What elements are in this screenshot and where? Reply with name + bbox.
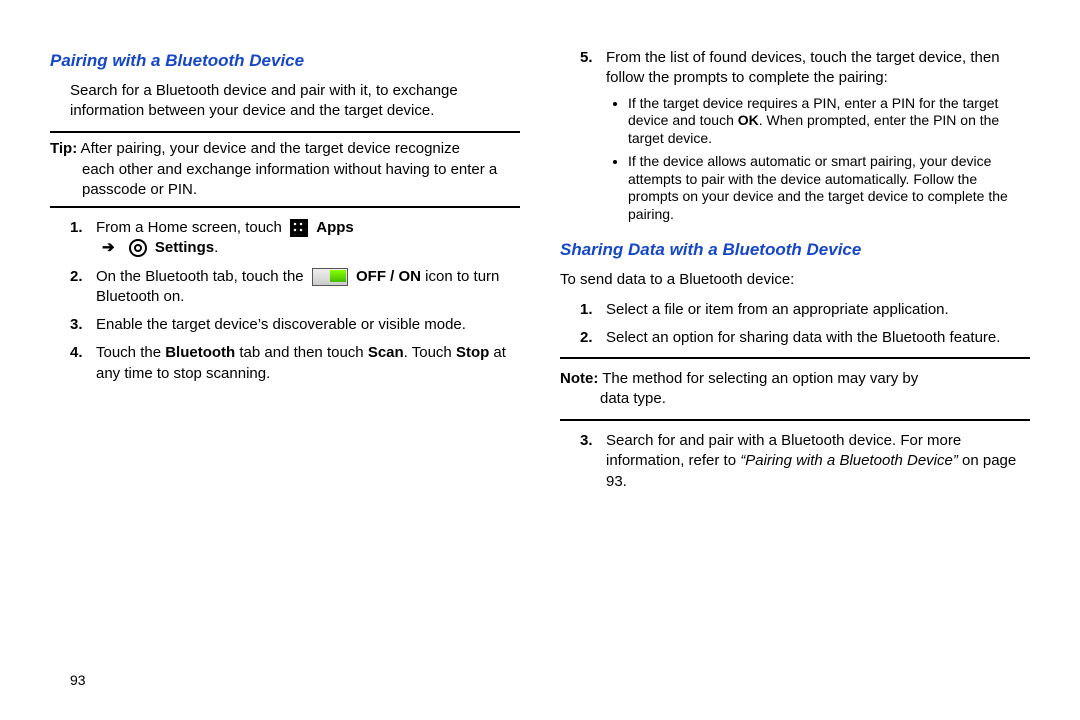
step-text: On the Bluetooth tab, touch the bbox=[96, 268, 308, 285]
divider bbox=[560, 419, 1030, 421]
step-body: Select a file or item from an appropriat… bbox=[606, 300, 1030, 320]
note-text-cont: data type. bbox=[560, 389, 1030, 409]
right-column: 5. From the list of found devices, touch… bbox=[560, 40, 1030, 700]
ok-label: OK bbox=[738, 112, 759, 128]
intro-line: To send data to a Bluetooth device: bbox=[560, 270, 1030, 290]
step-body: Touch the Bluetooth tab and then touch S… bbox=[96, 343, 520, 384]
step-body: From a Home screen, touch Apps ➔ Setting… bbox=[96, 218, 520, 259]
sub-bullet-list: If the target device requires a PIN, ent… bbox=[606, 95, 1030, 224]
tip-text-b: each other and exchange information with… bbox=[50, 160, 520, 201]
step-item: 5. From the list of found devices, touch… bbox=[580, 48, 1030, 229]
pairing-steps-list: 1. From a Home screen, touch Apps ➔ Sett… bbox=[50, 218, 520, 384]
step-item: 1. Select a file or item from an appropr… bbox=[580, 300, 1030, 320]
step-body: On the Bluetooth tab, touch the OFF / ON… bbox=[96, 267, 520, 308]
step-body: Search for and pair with a Bluetooth dev… bbox=[606, 431, 1030, 492]
bullet-item: If the target device requires a PIN, ent… bbox=[628, 95, 1030, 148]
bullet-item: If the device allows automatic or smart … bbox=[628, 153, 1030, 223]
sharing-steps-list: 1. Select a file or item from an appropr… bbox=[560, 300, 1030, 349]
divider bbox=[50, 131, 520, 133]
step-number: 4. bbox=[70, 343, 96, 384]
settings-label: Settings bbox=[155, 239, 214, 256]
apps-label: Apps bbox=[316, 219, 354, 236]
settings-gear-icon bbox=[129, 239, 147, 257]
step-text: From a Home screen, touch bbox=[96, 219, 286, 236]
pairing-steps-continued: 5. From the list of found devices, touch… bbox=[560, 48, 1030, 229]
note-label: Note: bbox=[560, 370, 598, 387]
apps-grid-icon bbox=[290, 219, 308, 237]
step-item: 4. Touch the Bluetooth tab and then touc… bbox=[70, 343, 520, 384]
step-number: 3. bbox=[580, 431, 606, 492]
cross-reference: “Pairing with a Bluetooth Device” bbox=[740, 452, 958, 469]
step-number: 2. bbox=[70, 267, 96, 308]
step-text: From the list of found devices, touch th… bbox=[606, 49, 1000, 86]
toggle-on-icon bbox=[312, 268, 348, 286]
arrow-icon: ➔ bbox=[102, 239, 115, 256]
off-on-label: OFF / ON bbox=[356, 268, 421, 285]
scan-label: Scan bbox=[368, 344, 404, 361]
section-heading-sharing: Sharing Data with a Bluetooth Device bbox=[560, 239, 1030, 262]
tip-label: Tip: bbox=[50, 140, 77, 157]
step-number: 3. bbox=[70, 315, 96, 335]
step-item: 3. Search for and pair with a Bluetooth … bbox=[580, 431, 1030, 492]
note-text: The method for selecting an option may v… bbox=[602, 370, 918, 387]
stop-label: Stop bbox=[456, 344, 489, 361]
divider bbox=[50, 206, 520, 208]
left-column: Pairing with a Bluetooth Device Search f… bbox=[50, 40, 520, 700]
note-block: Note: The method for selecting an option… bbox=[560, 369, 1030, 410]
sharing-steps-continued: 3. Search for and pair with a Bluetooth … bbox=[560, 431, 1030, 492]
step-text: Touch the bbox=[96, 344, 165, 361]
tip-block: Tip: After pairing, your device and the … bbox=[50, 139, 520, 200]
step-number: 1. bbox=[70, 218, 96, 259]
step-body: Select an option for sharing data with t… bbox=[606, 328, 1030, 348]
step-item: 3. Enable the target device’s discoverab… bbox=[70, 315, 520, 335]
step-item: 1. From a Home screen, touch Apps ➔ Sett… bbox=[70, 218, 520, 259]
page-number: 93 bbox=[70, 671, 86, 690]
intro-paragraph: Search for a Bluetooth device and pair w… bbox=[70, 81, 520, 122]
step-text: tab and then touch bbox=[235, 344, 368, 361]
bluetooth-label: Bluetooth bbox=[165, 344, 235, 361]
tip-text-a: After pairing, your device and the targe… bbox=[77, 140, 460, 157]
step-item: 2. On the Bluetooth tab, touch the OFF /… bbox=[70, 267, 520, 308]
step-number: 2. bbox=[580, 328, 606, 348]
step-number: 5. bbox=[580, 48, 606, 229]
step-body: Enable the target device’s discoverable … bbox=[96, 315, 520, 335]
divider bbox=[560, 357, 1030, 359]
step-item: 2. Select an option for sharing data wit… bbox=[580, 328, 1030, 348]
manual-page: Pairing with a Bluetooth Device Search f… bbox=[0, 0, 1080, 720]
period: . bbox=[214, 239, 218, 256]
section-heading-pairing: Pairing with a Bluetooth Device bbox=[50, 50, 520, 73]
step-body: From the list of found devices, touch th… bbox=[606, 48, 1030, 229]
step-number: 1. bbox=[580, 300, 606, 320]
step-text: . Touch bbox=[404, 344, 456, 361]
